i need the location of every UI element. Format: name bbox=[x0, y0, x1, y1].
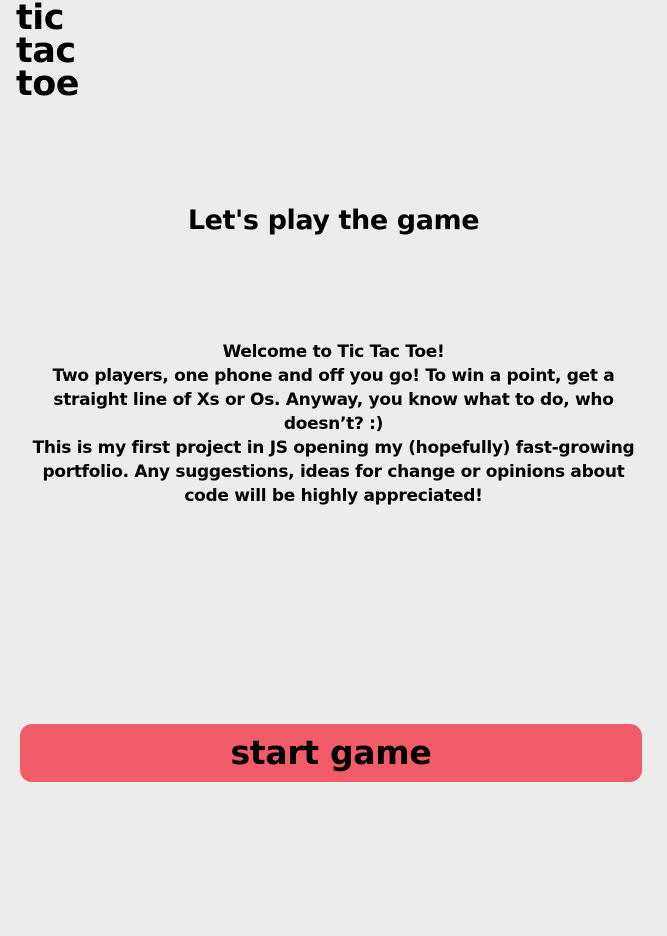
app-logo: tic tac toe bbox=[16, 1, 80, 104]
welcome-text: Welcome to Tic Tac Toe! bbox=[222, 342, 445, 362]
rules-paragraph: Two players, one phone and off you go! T… bbox=[52, 366, 615, 434]
about-paragraph: This is my first project in JS opening m… bbox=[32, 438, 635, 506]
start-game-button[interactable]: start game bbox=[20, 724, 642, 782]
logo-line-toe: toe bbox=[16, 64, 80, 104]
intro-text: Welcome to Tic Tac Toe! Two players, one… bbox=[18, 340, 649, 508]
page-title: Let's play the game bbox=[187, 205, 480, 236]
